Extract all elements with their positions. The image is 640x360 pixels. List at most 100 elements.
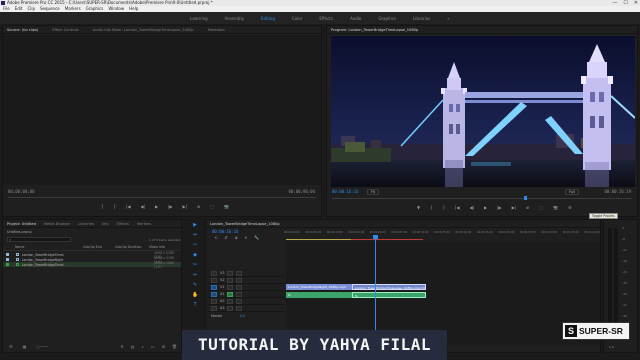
find-icon[interactable]: ⌕	[142, 344, 144, 349]
workspace-audio[interactable]: Audio	[350, 16, 361, 21]
step-forward-button[interactable]: |▶	[168, 204, 172, 209]
workspace-libraries[interactable]: Libraries	[413, 16, 430, 21]
timeline-settings-button[interactable]: 🔧	[254, 235, 259, 240]
toggle-output[interactable]	[236, 277, 243, 283]
go-to-out-button[interactable]: ▶|	[182, 204, 186, 209]
snap-button[interactable]: ⟲	[214, 235, 217, 240]
hand-tool[interactable]: ✋	[192, 292, 198, 298]
source-patch[interactable]	[211, 291, 217, 297]
export-frame-button[interactable]: 📷	[224, 204, 229, 209]
step-back-button[interactable]: ◀|	[141, 204, 145, 209]
mark-out-button[interactable]: }	[114, 204, 117, 209]
automate-icon[interactable]: ▤	[131, 344, 135, 349]
toggle-mute[interactable]	[227, 298, 234, 304]
workspace-graphics[interactable]: Graphics	[378, 16, 396, 21]
toggle-output[interactable]	[236, 284, 243, 290]
source-scrub-bar[interactable]	[8, 197, 316, 198]
workspace-editing[interactable]: Editing	[261, 16, 275, 21]
pen-tool[interactable]: ✎	[192, 282, 198, 288]
icon-view-icon[interactable]: ▦	[23, 344, 27, 349]
toggle-output[interactable]	[236, 270, 243, 276]
tab-libraries[interactable]: Libraries	[78, 222, 94, 226]
new-item-icon[interactable]: ⊞	[162, 344, 165, 349]
program-quality-dropdown[interactable]: Full	[565, 189, 579, 195]
source-patch[interactable]	[211, 270, 217, 276]
add-marker-button[interactable]: ▼	[417, 205, 420, 210]
column-subclip-duration[interactable]: Subclip Duration	[115, 245, 149, 250]
project-search-input[interactable]: ⌕	[7, 237, 71, 242]
workspace-assembly[interactable]: Assembly	[225, 16, 244, 21]
go-to-in-button[interactable]: |◀	[455, 205, 459, 210]
audio-clip[interactable]: fx	[286, 292, 352, 298]
source-patch[interactable]	[211, 277, 217, 283]
list-view-icon[interactable]: ☰	[9, 344, 13, 349]
tab-sequence[interactable]: London_TowerBridgeTimeLapse_1080p	[210, 222, 280, 226]
source-monitor-viewer[interactable]	[3, 35, 321, 185]
play-button[interactable]: ▶	[155, 204, 158, 209]
new-bin-icon[interactable]: ▭	[151, 344, 155, 349]
export-frame-button[interactable]: 📷	[553, 205, 558, 210]
toggle-solo[interactable]	[236, 298, 243, 304]
column-name[interactable]: Name	[15, 245, 83, 250]
source-patch[interactable]	[211, 284, 217, 290]
work-area-bar-red[interactable]	[351, 239, 423, 240]
step-forward-button[interactable]: |▶	[497, 205, 501, 210]
tab-markers[interactable]: Markers	[137, 222, 151, 226]
workspace-learning[interactable]: Learning	[190, 16, 207, 21]
workspace-more-button[interactable]: »	[447, 16, 449, 21]
mark-in-button[interactable]: {	[430, 205, 433, 210]
tab-metadata[interactable]: Metadata	[208, 28, 225, 32]
trash-icon[interactable]: 🗑	[172, 344, 177, 349]
program-timecode-current[interactable]: 00:00:16:16	[332, 189, 359, 194]
sort-icon[interactable]: ⇅	[120, 344, 123, 349]
track-select-tool[interactable]: ⇹	[192, 232, 198, 238]
go-to-out-button[interactable]: ▶|	[512, 205, 516, 210]
video-clip[interactable]: London_TowerBridgeNight_1080p.mp4	[286, 284, 352, 290]
tab-program[interactable]: Program: London_TowerBridgeTimeLapse_108…	[331, 28, 418, 32]
source-timecode-left[interactable]: 00;00;00;00	[8, 189, 35, 194]
play-button[interactable]: ▶	[484, 205, 487, 210]
toggle-solo[interactable]	[236, 291, 243, 297]
workspace-color[interactable]: Color	[292, 16, 302, 21]
toggle-proxies-button[interactable]: ⚙	[568, 205, 572, 210]
source-patch[interactable]	[211, 305, 217, 311]
step-back-button[interactable]: ◀|	[470, 205, 474, 210]
tab-info[interactable]: Info	[102, 222, 109, 226]
toggle-mute[interactable]	[227, 305, 234, 311]
toggle-solo[interactable]	[236, 305, 243, 311]
nest-button[interactable]: ⌖	[245, 235, 247, 240]
selection-tool[interactable]: ▶	[192, 222, 198, 228]
work-area-bar-yellow[interactable]	[286, 239, 351, 240]
toggle-mute[interactable]	[227, 291, 234, 297]
toggle-sync-lock[interactable]	[227, 277, 234, 283]
tab-media-browser[interactable]: Media Browser	[44, 222, 71, 226]
timeline-ruler[interactable]: 00:00:00:00 00:00:05:00 00:00:10:00 00:0…	[284, 231, 600, 239]
toggle-sync-lock[interactable]	[227, 284, 234, 290]
extract-button[interactable]: ⬚	[539, 205, 543, 210]
program-video-frame[interactable]	[331, 36, 635, 187]
audio-clip-selected[interactable]: fx	[352, 292, 426, 298]
tab-audio-clip-mixer[interactable]: Audio Clip Mixer: London_TowerBridgeTime…	[93, 28, 194, 32]
razor-tool[interactable]: ✂	[192, 262, 198, 268]
program-scrub-bar[interactable]	[332, 198, 632, 199]
workspace-effects[interactable]: Effects	[319, 16, 333, 21]
insert-button[interactable]: ⊕	[197, 204, 200, 209]
tab-project[interactable]: Project: Untitled	[7, 222, 36, 226]
column-video-info[interactable]: Video Info	[149, 245, 165, 250]
solo-buttons[interactable]: S R	[609, 345, 614, 349]
program-playhead[interactable]	[524, 196, 527, 200]
video-clip-selected[interactable]: London_TowerBridgeTimeLapse_1080p.mp4 [V…	[352, 284, 426, 290]
mark-out-button[interactable]: }	[443, 205, 446, 210]
slip-tool[interactable]: ⇔	[192, 272, 198, 278]
source-patch[interactable]	[211, 298, 217, 304]
overwrite-button[interactable]: ⬚	[210, 204, 214, 209]
master-volume[interactable]: 0.0	[240, 314, 245, 318]
list-item[interactable]: London_TowerBridgeTimeL 1920 x 1080 (1.0…	[3, 261, 181, 269]
playhead-handle[interactable]	[373, 235, 378, 239]
rate-stretch-tool[interactable]: ◆	[192, 252, 198, 258]
toggle-sync-lock[interactable]	[227, 270, 234, 276]
timeline-timecode[interactable]: 00:00:16:16	[212, 229, 239, 234]
mark-in-button[interactable]: {	[101, 204, 104, 209]
lift-button[interactable]: ⊕	[526, 205, 529, 210]
tab-source[interactable]: Source: (no clips)	[7, 28, 38, 32]
